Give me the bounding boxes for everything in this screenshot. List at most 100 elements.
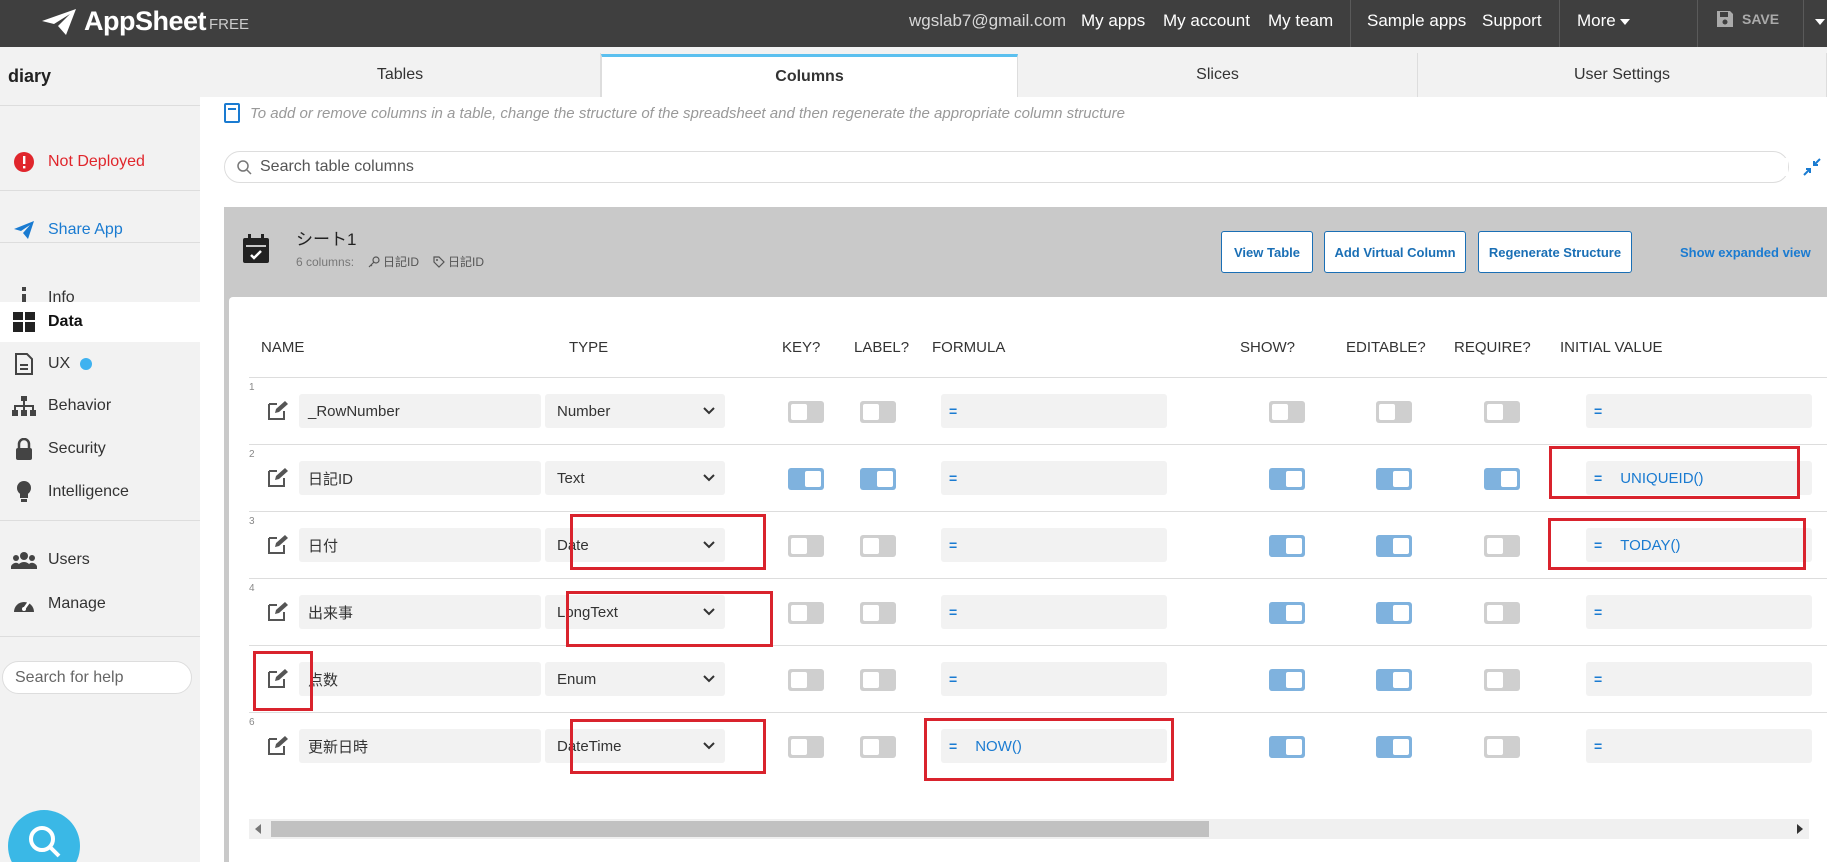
column-type-value: Enum xyxy=(557,670,597,688)
sidebar-item-behavior[interactable]: Behavior xyxy=(0,387,200,425)
editable-toggle[interactable] xyxy=(1376,736,1412,758)
initial-value-field[interactable]: = xyxy=(1586,394,1812,428)
nav-my-account[interactable]: My account xyxy=(1163,11,1250,31)
tag-icon xyxy=(433,255,445,268)
edit-column-button[interactable] xyxy=(267,400,289,425)
sidebar-item-data[interactable]: Data xyxy=(0,302,200,342)
help-search-input[interactable] xyxy=(3,668,191,687)
label-toggle[interactable] xyxy=(860,669,896,691)
require-toggle[interactable] xyxy=(1484,602,1520,624)
scroll-right-icon[interactable] xyxy=(1797,824,1803,834)
nav-more[interactable]: More xyxy=(1577,11,1630,31)
add-virtual-column-button[interactable]: Add Virtual Column xyxy=(1324,231,1466,273)
plan-badge: FREE xyxy=(209,16,250,33)
tab-slices[interactable]: Slices xyxy=(1018,53,1418,97)
show-toggle[interactable] xyxy=(1269,736,1305,758)
formula-field[interactable]: = xyxy=(941,662,1167,696)
edit-column-button[interactable] xyxy=(267,467,289,492)
tab-user-settings[interactable]: User Settings xyxy=(1418,53,1827,97)
editable-toggle[interactable] xyxy=(1376,468,1412,490)
equals-icon: = xyxy=(949,671,958,687)
label-toggle[interactable] xyxy=(860,736,896,758)
column-name-field[interactable]: 点数 xyxy=(299,662,541,696)
require-toggle[interactable] xyxy=(1484,669,1520,691)
help-chat-button[interactable] xyxy=(8,810,80,862)
require-toggle[interactable] xyxy=(1484,401,1520,423)
edit-column-button[interactable] xyxy=(267,601,289,626)
key-toggle[interactable] xyxy=(788,669,824,691)
sidebar-item-manage[interactable]: Manage xyxy=(0,585,200,623)
tab-columns[interactable]: Columns xyxy=(601,54,1018,97)
top-bar: AppSheet FREE wgslab7@gmail.com My apps … xyxy=(0,0,1827,47)
show-toggle[interactable] xyxy=(1269,535,1305,557)
formula-field[interactable]: = xyxy=(941,528,1167,562)
column-type-select[interactable]: Enum xyxy=(545,662,725,696)
column-name-field[interactable]: 出来事 xyxy=(299,595,541,629)
column-name-field[interactable]: _RowNumber xyxy=(299,394,541,428)
caret-down-icon[interactable] xyxy=(1815,19,1825,25)
require-toggle[interactable] xyxy=(1484,736,1520,758)
key-toggle[interactable] xyxy=(788,602,824,624)
nav-support[interactable]: Support xyxy=(1482,11,1542,31)
column-name-field[interactable]: 更新日時 xyxy=(299,729,541,763)
label-toggle[interactable] xyxy=(860,535,896,557)
save-button[interactable]: SAVE xyxy=(1716,10,1779,28)
formula-field[interactable]: = xyxy=(941,461,1167,495)
key-toggle[interactable] xyxy=(788,401,824,423)
editable-toggle[interactable] xyxy=(1376,535,1412,557)
show-toggle[interactable] xyxy=(1269,401,1305,423)
sidebar-item-users[interactable]: Users xyxy=(0,541,200,579)
show-toggle[interactable] xyxy=(1269,468,1305,490)
label-toggle[interactable] xyxy=(860,468,896,490)
formula-field[interactable]: = xyxy=(941,394,1167,428)
show-toggle[interactable] xyxy=(1269,669,1305,691)
tab-bar: Tables Columns Slices User Settings xyxy=(200,47,1827,97)
show-toggle[interactable] xyxy=(1269,602,1305,624)
horizontal-scrollbar[interactable] xyxy=(249,819,1809,839)
regenerate-structure-button[interactable]: Regenerate Structure xyxy=(1478,231,1632,273)
key-toggle[interactable] xyxy=(788,736,824,758)
initial-value-field[interactable]: = xyxy=(1586,595,1812,629)
editable-toggle[interactable] xyxy=(1376,401,1412,423)
collapse-icon[interactable] xyxy=(1803,158,1821,176)
initial-value-field[interactable]: = xyxy=(1586,729,1812,763)
tab-tables[interactable]: Tables xyxy=(200,53,601,97)
sidebar-item-intelligence[interactable]: Intelligence xyxy=(0,473,200,511)
column-name-field[interactable]: 日付 xyxy=(299,528,541,562)
show-expanded-view-link[interactable]: Show expanded view xyxy=(1680,245,1811,260)
sidebar-item-security[interactable]: Security xyxy=(0,430,200,468)
editable-toggle[interactable] xyxy=(1376,669,1412,691)
equals-icon: = xyxy=(949,470,958,486)
column-search-input[interactable] xyxy=(260,158,1788,176)
formula-field[interactable]: = xyxy=(941,595,1167,629)
editable-toggle[interactable] xyxy=(1376,602,1412,624)
label-toggle[interactable] xyxy=(860,401,896,423)
sidebar-item-share-app[interactable]: Share App xyxy=(0,211,200,249)
account-email[interactable]: wgslab7@gmail.com xyxy=(909,11,1066,31)
column-type-select[interactable]: Number xyxy=(545,394,725,428)
column-type-select[interactable]: Text xyxy=(545,461,725,495)
highlight-box xyxy=(924,718,1174,781)
search-icon xyxy=(237,159,252,175)
initial-value-field[interactable]: = xyxy=(1586,662,1812,696)
require-toggle[interactable] xyxy=(1484,468,1520,490)
nav-more-label: More xyxy=(1577,11,1616,30)
key-toggle[interactable] xyxy=(788,468,824,490)
nav-sample-apps[interactable]: Sample apps xyxy=(1367,11,1466,31)
scrollbar-thumb[interactable] xyxy=(271,821,1209,837)
require-toggle[interactable] xyxy=(1484,535,1520,557)
sidebar-item-ux[interactable]: UX xyxy=(0,345,200,383)
scroll-left-icon[interactable] xyxy=(255,824,261,834)
chevron-down-icon xyxy=(703,474,715,482)
nav-my-apps[interactable]: My apps xyxy=(1081,11,1145,31)
edit-column-button[interactable] xyxy=(267,534,289,559)
label-toggle[interactable] xyxy=(860,602,896,624)
users-icon xyxy=(11,552,37,569)
sidebar-item-not-deployed[interactable]: Not Deployed xyxy=(0,143,200,181)
nav-my-team[interactable]: My team xyxy=(1268,11,1333,31)
edit-column-button[interactable] xyxy=(267,735,289,760)
key-toggle[interactable] xyxy=(788,535,824,557)
appsheet-logo[interactable]: AppSheet xyxy=(40,6,207,37)
column-name-field[interactable]: 日記ID xyxy=(299,461,541,495)
view-table-button[interactable]: View Table xyxy=(1221,231,1313,273)
